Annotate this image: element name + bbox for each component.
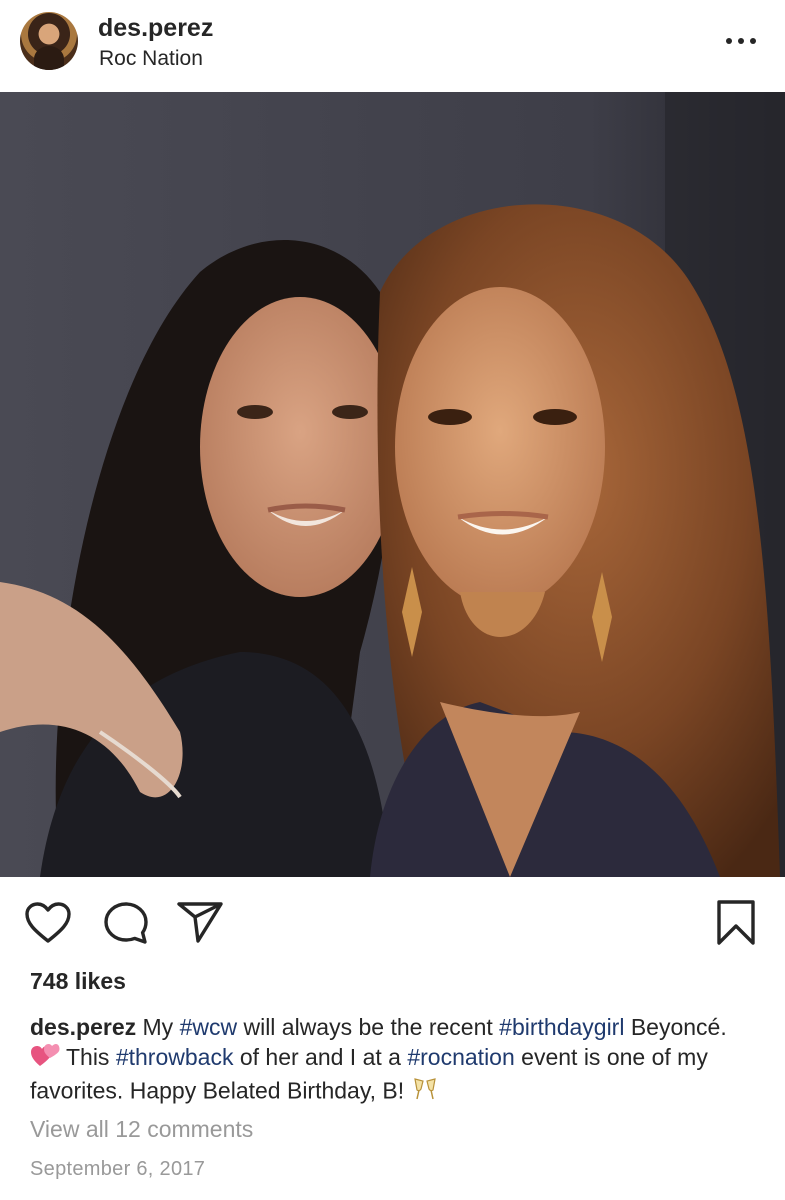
caption-text: My bbox=[136, 1014, 180, 1040]
heart-icon[interactable] bbox=[24, 901, 72, 945]
likes-count[interactable]: 748 likes bbox=[30, 968, 126, 995]
view-comments-link[interactable]: View all 12 comments bbox=[30, 1116, 253, 1143]
action-bar bbox=[0, 877, 785, 967]
caption-text: will always be the recent bbox=[237, 1014, 500, 1040]
photo-illustration bbox=[0, 92, 785, 877]
post-header: des.perez Roc Nation bbox=[0, 0, 785, 92]
clinking-glasses-emoji bbox=[411, 1075, 439, 1110]
paper-plane-icon[interactable] bbox=[176, 901, 224, 945]
post-photo[interactable] bbox=[0, 92, 785, 877]
post-date: September 6, 2017 bbox=[30, 1158, 206, 1180]
location[interactable]: Roc Nation bbox=[99, 47, 203, 71]
hashtag-rocnation[interactable]: #rocnation bbox=[407, 1044, 514, 1070]
username[interactable]: des.perez bbox=[98, 14, 213, 43]
caption-text: This bbox=[60, 1044, 116, 1070]
hashtag-birthdaygirl[interactable]: #birthdaygirl bbox=[499, 1014, 624, 1040]
two-hearts-emoji bbox=[30, 1042, 60, 1075]
hashtag-throwback[interactable]: #throwback bbox=[116, 1044, 234, 1070]
ellipsis-icon[interactable] bbox=[724, 28, 758, 52]
comment-bubble-icon[interactable] bbox=[102, 900, 150, 946]
caption-text: of her and I at a bbox=[233, 1044, 408, 1070]
bookmark-icon[interactable] bbox=[714, 899, 758, 947]
caption: des.perez My #wcw will always be the rec… bbox=[30, 1012, 760, 1110]
caption-text: Beyoncé. bbox=[624, 1014, 727, 1040]
caption-username[interactable]: des.perez bbox=[30, 1014, 136, 1040]
avatar[interactable] bbox=[20, 12, 78, 70]
hashtag-wcw[interactable]: #wcw bbox=[180, 1014, 238, 1040]
